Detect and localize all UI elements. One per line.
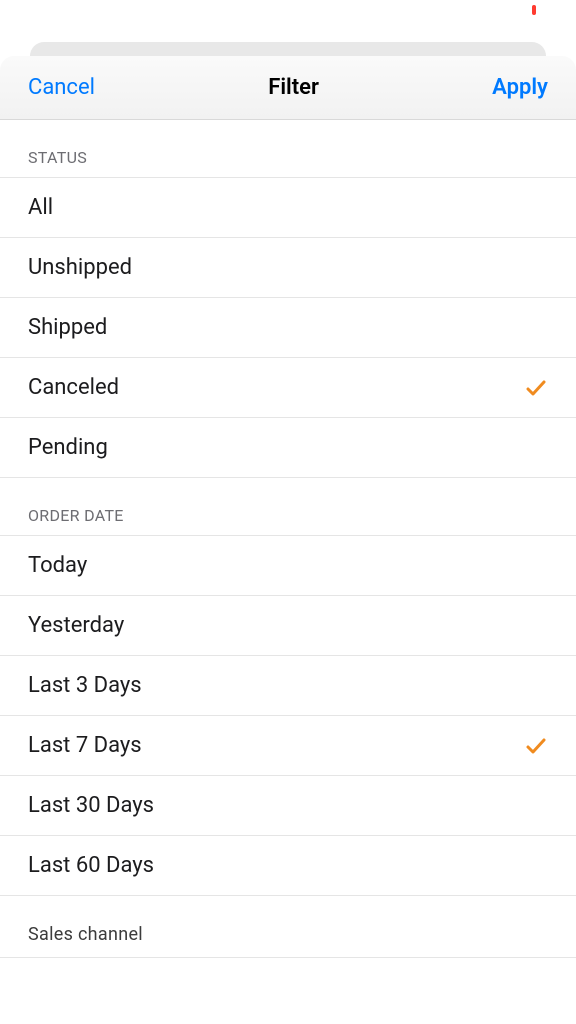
status-bar xyxy=(0,0,576,12)
option-label: Pending xyxy=(28,435,548,460)
option-label: Yesterday xyxy=(28,613,548,638)
section-header-status: STATUS xyxy=(0,120,576,178)
option-label: Today xyxy=(28,553,548,578)
status-option-shipped[interactable]: Shipped xyxy=(0,298,576,358)
filter-content: STATUS All Unshipped Shipped Canceled Pe… xyxy=(0,120,576,1011)
orderdate-option-last60days[interactable]: Last 60 Days xyxy=(0,836,576,896)
option-label: Last 7 Days xyxy=(28,733,524,758)
cancel-button[interactable]: Cancel xyxy=(28,75,95,100)
checkmark-icon xyxy=(524,734,548,758)
option-label: Unshipped xyxy=(28,255,548,280)
option-label: All xyxy=(28,195,548,220)
status-option-pending[interactable]: Pending xyxy=(0,418,576,478)
filter-modal: Cancel Filter Apply STATUS All Unshipped… xyxy=(0,56,576,1024)
checkmark-icon xyxy=(524,376,548,400)
orderdate-option-today[interactable]: Today xyxy=(0,536,576,596)
status-option-canceled[interactable]: Canceled xyxy=(0,358,576,418)
apply-button[interactable]: Apply xyxy=(492,75,548,100)
status-option-all[interactable]: All xyxy=(0,178,576,238)
modal-title: Filter xyxy=(268,75,319,100)
orderdate-option-last7days[interactable]: Last 7 Days xyxy=(0,716,576,776)
modal-header: Cancel Filter Apply xyxy=(0,56,576,120)
orderdate-option-last3days[interactable]: Last 3 Days xyxy=(0,656,576,716)
orderdate-option-last30days[interactable]: Last 30 Days xyxy=(0,776,576,836)
orderdate-option-yesterday[interactable]: Yesterday xyxy=(0,596,576,656)
section-header-sales-channel: Sales channel xyxy=(0,896,576,958)
option-label: Last 30 Days xyxy=(28,793,548,818)
battery-indicator-icon xyxy=(532,5,536,15)
option-label: Canceled xyxy=(28,375,524,400)
option-label: Last 60 Days xyxy=(28,853,548,878)
option-label: Last 3 Days xyxy=(28,673,548,698)
section-header-order-date: ORDER DATE xyxy=(0,478,576,536)
status-option-unshipped[interactable]: Unshipped xyxy=(0,238,576,298)
option-label: Shipped xyxy=(28,315,548,340)
